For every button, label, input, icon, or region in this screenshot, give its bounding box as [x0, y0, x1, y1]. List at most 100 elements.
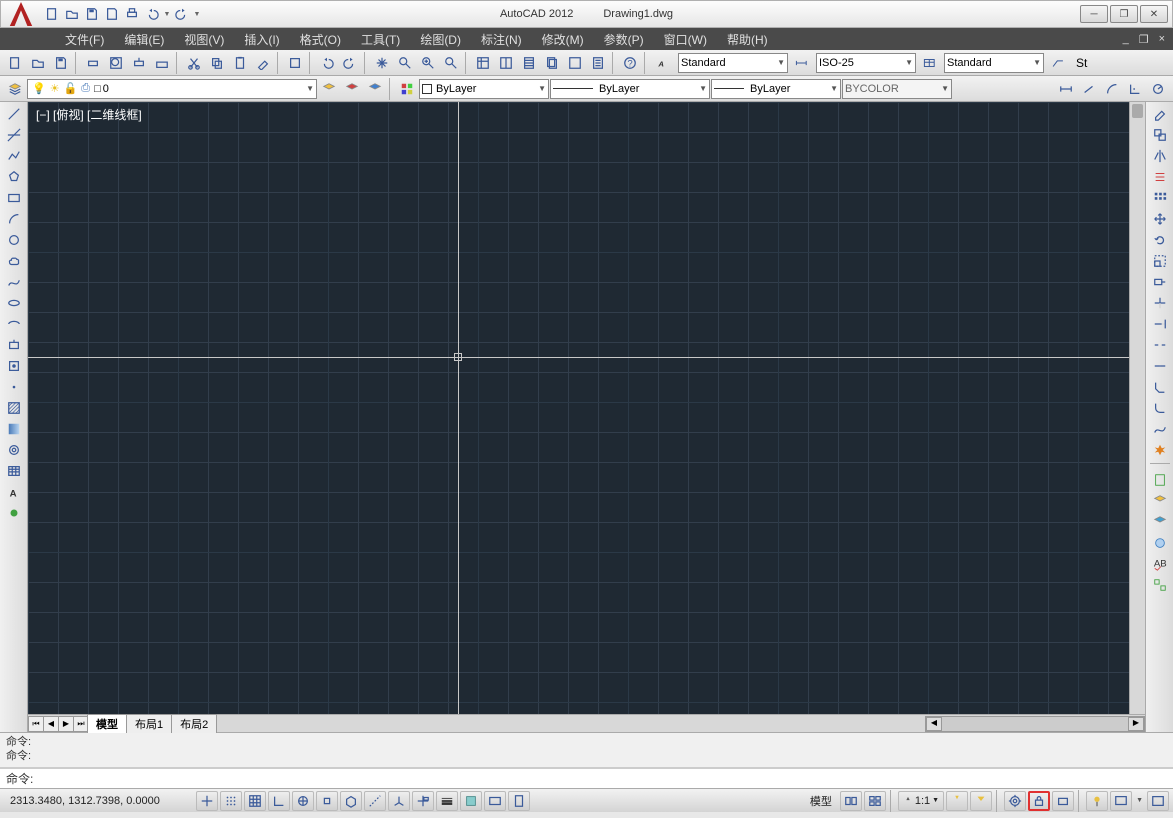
zoom-realtime-icon[interactable]	[394, 52, 416, 74]
rotate-icon[interactable]	[1149, 230, 1171, 250]
toolpalette-icon[interactable]	[518, 52, 540, 74]
infer-constraints-icon[interactable]	[196, 791, 218, 811]
menu-file[interactable]: 文件(F)	[55, 28, 114, 51]
rectangle-icon[interactable]	[3, 188, 25, 208]
dimstyle-dropdown[interactable]: ISO-25▼	[816, 53, 916, 73]
menu-parametric[interactable]: 参数(P)	[594, 28, 654, 51]
command-history[interactable]: 命令: 命令:	[0, 733, 1173, 768]
viewport-label[interactable]: [−] [俯视] [二维线框]	[36, 106, 142, 123]
explode-icon[interactable]	[1149, 440, 1171, 460]
qnew-icon[interactable]	[4, 52, 26, 74]
layerprev-icon[interactable]	[318, 78, 340, 100]
extend-icon[interactable]	[1149, 314, 1171, 334]
redo-icon[interactable]	[173, 5, 191, 23]
linetype-dropdown[interactable]: ByLayer ▼	[419, 79, 549, 99]
layer-match-icon[interactable]	[1149, 512, 1171, 532]
doc-restore-icon[interactable]: ❐	[1135, 33, 1153, 46]
layer-dropdown[interactable]: 💡 ☀ 🔓 ⎙ □ 0 ▼	[27, 79, 317, 99]
maximize-button[interactable]: ❐	[1110, 5, 1138, 23]
save2-icon[interactable]	[50, 52, 72, 74]
doc-close-icon[interactable]: ×	[1155, 33, 1169, 46]
drawing-recovery-icon[interactable]	[1149, 470, 1171, 490]
quickview-layouts-icon[interactable]	[840, 791, 862, 811]
designcenter-icon[interactable]	[495, 52, 517, 74]
hardware-accel-icon[interactable]	[1052, 791, 1074, 811]
mirror-icon[interactable]	[1149, 146, 1171, 166]
lineweight-dropdown[interactable]: ByLayer ▼	[550, 79, 710, 99]
redo2-icon[interactable]	[339, 52, 361, 74]
preview-icon[interactable]	[105, 52, 127, 74]
new-icon[interactable]	[43, 5, 61, 23]
menu-draw[interactable]: 绘图(D)	[410, 28, 471, 51]
polar-icon[interactable]	[292, 791, 314, 811]
move-icon[interactable]	[1149, 209, 1171, 229]
sheetset-icon[interactable]	[541, 52, 563, 74]
offset-icon[interactable]	[1149, 167, 1171, 187]
dimstyle-icon[interactable]	[789, 52, 815, 74]
layer-walk-icon[interactable]	[1149, 491, 1171, 511]
help-icon[interactable]: ?	[619, 52, 641, 74]
make-block-icon[interactable]	[3, 356, 25, 376]
tablestyle-icon[interactable]	[917, 52, 943, 74]
mleaderstyle-icon[interactable]	[1045, 52, 1071, 74]
clean-screen-icon[interactable]	[1110, 791, 1132, 811]
dim-aligned-icon[interactable]	[1078, 78, 1100, 100]
print-icon[interactable]	[123, 5, 141, 23]
tab-layout2[interactable]: 布局2	[171, 714, 217, 733]
isolate-objects-icon[interactable]	[1086, 791, 1108, 811]
spellcheck-icon[interactable]: ABC	[1149, 554, 1171, 574]
revcloud-icon[interactable]	[3, 251, 25, 271]
polygon-icon[interactable]	[3, 167, 25, 187]
circle-icon[interactable]	[3, 230, 25, 250]
insert-block-icon[interactable]	[3, 335, 25, 355]
qp-icon[interactable]	[484, 791, 506, 811]
toolbar-lock-icon[interactable]	[1028, 791, 1050, 811]
trim-icon[interactable]	[1149, 293, 1171, 313]
dim-arc-icon[interactable]	[1101, 78, 1123, 100]
ellipse-icon[interactable]	[3, 293, 25, 313]
redo-dd-icon[interactable]: ▼	[193, 5, 201, 23]
copy-icon[interactable]	[206, 52, 228, 74]
stretch-icon[interactable]	[1149, 272, 1171, 292]
ellipsearc-icon[interactable]	[3, 314, 25, 334]
annotation-autoscale-icon[interactable]	[970, 791, 992, 811]
addselected-icon[interactable]	[3, 503, 25, 523]
textstyle-icon[interactable]: A	[651, 52, 677, 74]
blockeditor-icon[interactable]	[284, 52, 306, 74]
region-icon[interactable]	[3, 440, 25, 460]
tab-first-icon[interactable]: ⏮	[28, 716, 44, 732]
chamfer-icon[interactable]	[1149, 377, 1171, 397]
undo-dd-icon[interactable]: ▼	[163, 5, 171, 23]
properties-icon[interactable]	[472, 52, 494, 74]
paste-icon[interactable]	[229, 52, 251, 74]
dyn-icon[interactable]	[412, 791, 434, 811]
minimize-button[interactable]: ─	[1080, 5, 1108, 23]
workspace-switching-icon[interactable]	[1004, 791, 1026, 811]
menu-help[interactable]: 帮助(H)	[717, 28, 778, 51]
menu-edit[interactable]: 编辑(E)	[114, 28, 174, 51]
blend-icon[interactable]	[1149, 419, 1171, 439]
mtext-icon[interactable]: A	[3, 482, 25, 502]
annotation-visibility-icon[interactable]	[946, 791, 968, 811]
menu-dimension[interactable]: 标注(N)	[471, 28, 532, 51]
hscroll-right-icon[interactable]: ▶	[1128, 717, 1144, 731]
hatch-icon[interactable]	[3, 398, 25, 418]
quickview-drawings-icon[interactable]	[864, 791, 886, 811]
cut-icon[interactable]	[183, 52, 205, 74]
color-icon[interactable]	[396, 78, 418, 100]
otrack-icon[interactable]	[364, 791, 386, 811]
line-icon[interactable]	[3, 104, 25, 124]
tab-prev-icon[interactable]: ◀	[43, 716, 59, 732]
array-icon[interactable]	[1149, 188, 1171, 208]
scale-icon[interactable]	[1149, 251, 1171, 271]
matchprop-icon[interactable]	[252, 52, 274, 74]
plotstyle-dropdown[interactable]: ByLayer ▼	[711, 79, 841, 99]
model-space-label[interactable]: 模型	[804, 793, 838, 809]
menu-insert[interactable]: 插入(I)	[234, 28, 289, 51]
copy2-icon[interactable]	[1149, 125, 1171, 145]
menu-format[interactable]: 格式(O)	[290, 28, 351, 51]
polyline-icon[interactable]	[3, 146, 25, 166]
doc-minimize-icon[interactable]: _	[1119, 33, 1133, 46]
tab-layout1[interactable]: 布局1	[126, 714, 172, 733]
osnap-icon[interactable]	[316, 791, 338, 811]
